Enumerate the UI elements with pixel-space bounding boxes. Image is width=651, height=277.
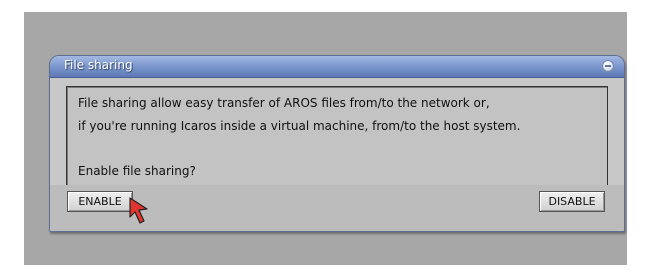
mouse-cursor-icon (129, 197, 148, 224)
message-line-1: File sharing allow easy transfer of AROS… (78, 96, 490, 110)
enable-button[interactable]: ENABLE (67, 191, 133, 212)
close-icon[interactable] (602, 60, 614, 72)
window-title: File sharing (64, 58, 133, 72)
question-text: Enable file sharing? (78, 164, 196, 178)
disable-button[interactable]: DISABLE (539, 191, 605, 212)
title-bar[interactable]: File sharing (50, 56, 624, 78)
message-line-2: if you're running Icaros inside a virtua… (78, 119, 521, 133)
message-panel: File sharing allow easy transfer of AROS… (66, 86, 608, 186)
